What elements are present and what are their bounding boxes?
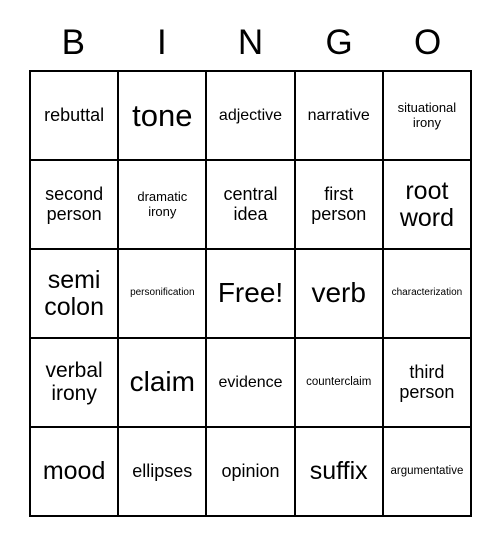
bingo-cell[interactable]: central idea	[207, 161, 296, 250]
bingo-card: B I N G O rebuttal tone adjective narrat…	[0, 0, 501, 544]
bingo-cell-label: first person	[311, 184, 367, 224]
bingo-cell-label: rebuttal	[44, 104, 105, 125]
bingo-cell[interactable]: counterclaim	[295, 339, 384, 428]
bingo-cell-label: verb	[311, 277, 366, 309]
bingo-cell[interactable]: situational irony	[383, 72, 473, 161]
bingo-cell-label: ellipses	[132, 460, 193, 481]
bingo-cell-label: dramatic irony	[137, 189, 188, 219]
bingo-cell[interactable]: adjective	[207, 72, 296, 161]
bingo-cell-label: suffix	[309, 457, 368, 485]
bingo-cell[interactable]: suffix	[295, 428, 384, 517]
bingo-cell[interactable]: verb	[295, 250, 384, 339]
bingo-cell-label: personification	[130, 287, 195, 299]
bingo-cell-label: verbal irony	[45, 358, 103, 405]
bingo-row: semi colon personification Free! verb ch…	[31, 250, 473, 339]
bingo-cell-label: evidence	[218, 373, 283, 391]
bingo-cell[interactable]: root word	[383, 161, 473, 250]
header-letter-o: O	[414, 22, 442, 62]
bingo-cell-label: argumentative	[390, 465, 464, 478]
bingo-cell-label: central idea	[223, 184, 278, 224]
bingo-free-space-label: Free!	[217, 277, 284, 309]
bingo-cell[interactable]: semi colon	[31, 250, 120, 339]
bingo-grid: rebuttal tone adjective narrative situat…	[29, 70, 473, 517]
bingo-cell[interactable]: second person	[31, 161, 120, 250]
bingo-cell-label: counterclaim	[306, 376, 372, 389]
bingo-cell-label: narrative	[307, 106, 370, 124]
bingo-cell[interactable]: opinion	[207, 428, 296, 517]
bingo-cell-label: opinion	[221, 460, 280, 481]
bingo-cell[interactable]: personification	[119, 250, 208, 339]
bingo-cell[interactable]: rebuttal	[31, 72, 120, 161]
bingo-cell-label: claim	[129, 366, 195, 398]
bingo-header-row: B I N G O	[29, 16, 472, 68]
bingo-cell[interactable]: mood	[31, 428, 120, 517]
bingo-row: rebuttal tone adjective narrative situat…	[31, 72, 473, 161]
bingo-cell-label: characterization	[391, 287, 463, 299]
bingo-cell[interactable]: ellipses	[119, 428, 208, 517]
bingo-cell[interactable]: verbal irony	[31, 339, 120, 428]
bingo-cell-label: root word	[399, 176, 454, 232]
bingo-cell-label: tone	[132, 97, 193, 133]
bingo-cell-label: situational irony	[397, 100, 457, 130]
bingo-cell[interactable]: first person	[295, 161, 384, 250]
bingo-cell[interactable]: evidence	[207, 339, 296, 428]
bingo-cell-label: adjective	[218, 106, 283, 124]
bingo-row: second person dramatic irony central ide…	[31, 161, 473, 250]
bingo-cell[interactable]: dramatic irony	[119, 161, 208, 250]
header-letter-i: I	[157, 22, 167, 62]
bingo-cell-label: third person	[399, 362, 455, 402]
bingo-free-space[interactable]: Free!	[207, 250, 296, 339]
bingo-cell[interactable]: characterization	[383, 250, 473, 339]
bingo-cell[interactable]: claim	[119, 339, 208, 428]
bingo-cell-label: second person	[45, 184, 104, 224]
header-letter-b: B	[61, 22, 85, 62]
bingo-cell[interactable]: tone	[119, 72, 208, 161]
bingo-cell-label: mood	[42, 457, 106, 485]
bingo-row: verbal irony claim evidence counterclaim…	[31, 339, 473, 428]
header-letter-n: N	[237, 22, 264, 62]
bingo-cell[interactable]: argumentative	[383, 428, 473, 517]
bingo-cell[interactable]: narrative	[295, 72, 384, 161]
bingo-cell-label: semi colon	[44, 265, 104, 321]
bingo-cell[interactable]: third person	[383, 339, 473, 428]
header-letter-g: G	[325, 22, 353, 62]
bingo-row: mood ellipses opinion suffix argumentati…	[31, 428, 473, 517]
